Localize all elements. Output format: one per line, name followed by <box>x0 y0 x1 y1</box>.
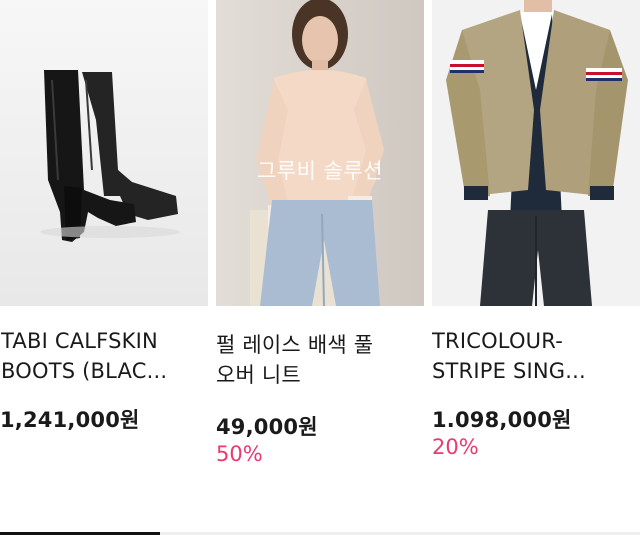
blazer-model-photo <box>432 0 640 306</box>
sweater-model-photo <box>216 0 424 306</box>
product-price: 49,000원 <box>216 415 318 439</box>
product-name-line1: 펄 레이스 배색 풀 <box>216 333 374 357</box>
product-image[interactable]: 그루비 솔루션 <box>216 0 424 306</box>
product-name-line1: TABI CALFSKIN <box>1 329 158 353</box>
discount-rate: 50% <box>216 442 263 466</box>
product-name[interactable]: TABI CALFSKIN BOOTS (BLAC... <box>1 326 209 386</box>
product-image[interactable] <box>432 0 640 306</box>
product-name-line2: 오버 니트 <box>216 363 301 387</box>
product-name-line2: BOOTS (BLAC... <box>1 359 168 383</box>
brand-overlay-text: 그루비 솔루션 <box>256 159 384 183</box>
boots-photo <box>0 0 208 306</box>
product-name-line1: TRICOLOUR- <box>432 329 563 353</box>
product-price: 1,241,000원 <box>0 408 140 432</box>
product-card[interactable]: TABI CALFSKIN BOOTS (BLAC... 1,241,000원 <box>0 0 208 520</box>
product-name[interactable]: 펄 레이스 배색 풀 오버 니트 <box>216 330 424 390</box>
product-image[interactable] <box>0 0 208 306</box>
product-price: 1.098,000원 <box>432 408 572 432</box>
discount-rate: 20% <box>432 435 479 459</box>
product-card[interactable]: TRICOLOUR- STRIPE SING... 1.098,000원 20% <box>432 0 640 520</box>
product-name-line2: STRIPE SING... <box>432 359 586 383</box>
product-name[interactable]: TRICOLOUR- STRIPE SING... <box>432 326 640 386</box>
product-card[interactable]: 그루비 솔루션 펄 레이스 배색 풀 오버 니트 49,000원 50% <box>216 0 424 520</box>
